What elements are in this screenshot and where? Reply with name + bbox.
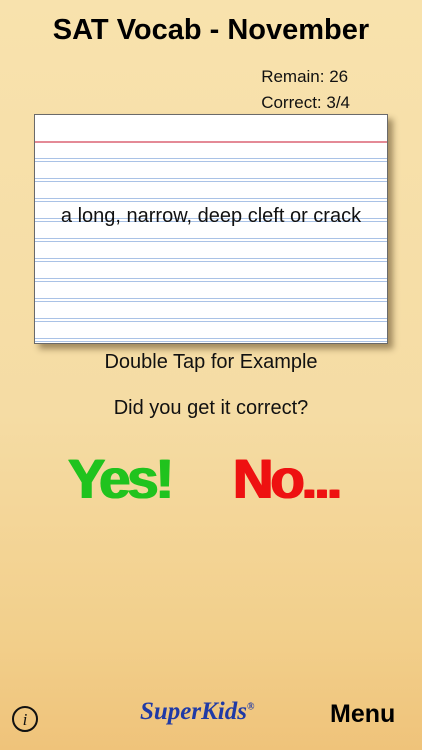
superkids-logo: SuperKids® (140, 698, 254, 726)
card-rule-lines (35, 161, 387, 343)
info-icon: i (22, 709, 28, 729)
registered-mark: ® (246, 701, 255, 713)
yes-button[interactable]: Yes! (68, 446, 174, 512)
correct-count: Correct: 3/4 (261, 93, 350, 112)
info-button[interactable]: i (12, 706, 38, 732)
remain-count: Remain: 26 (261, 67, 349, 86)
no-button[interactable]: No... (233, 446, 342, 512)
score-panel: Remain: 26 Correct: 3/4 (261, 64, 350, 116)
page-title: SAT Vocab - November (52, 14, 370, 46)
index-card[interactable]: a long, narrow, deep cleft or crack (34, 114, 388, 344)
brand-name: SuperKids (140, 698, 247, 725)
card-header-line (35, 141, 387, 143)
double-tap-hint: Double Tap for Example (104, 351, 318, 373)
top-bar: SAT Vocab - November (0, 0, 422, 70)
menu-button[interactable]: Menu (330, 700, 395, 729)
card-definition: a long, narrow, deep cleft or crack (60, 205, 362, 227)
flash-card[interactable]: a long, narrow, deep cleft or crack (34, 114, 388, 344)
correct-question: Did you get it correct? (113, 397, 309, 419)
